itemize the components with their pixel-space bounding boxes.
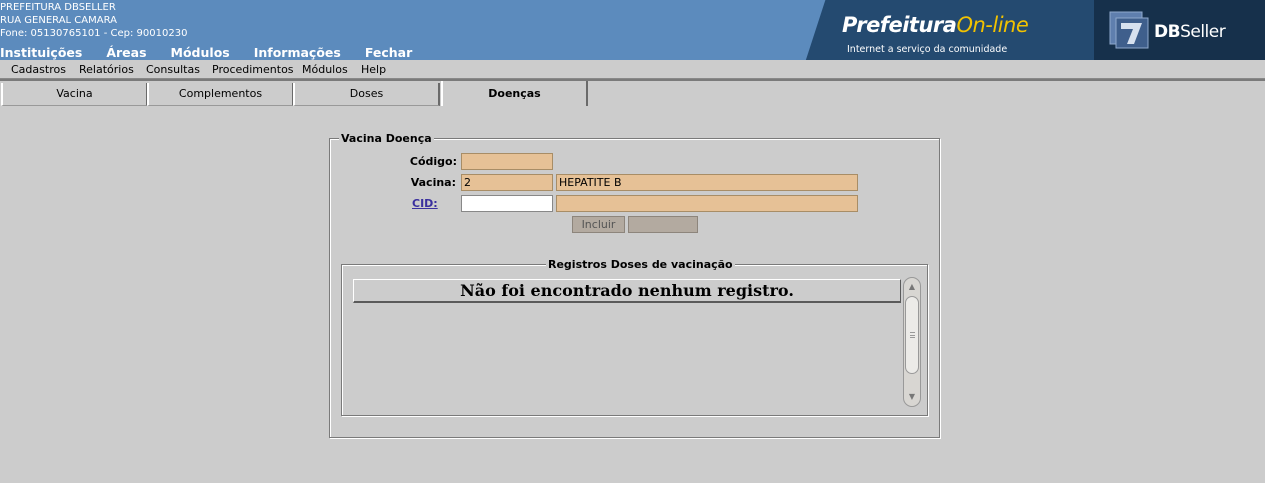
vacina-label: Vacina: xyxy=(410,176,456,189)
logo-subtitle: Internet a serviço da comunidade xyxy=(847,44,1008,55)
menu-consultas[interactable]: Consultas xyxy=(146,63,200,76)
nav-informacoes[interactable]: Informações xyxy=(254,45,341,60)
header-banner: PREFEITURA DBSELLER RUA GENERAL CAMARA F… xyxy=(0,0,1265,60)
menu-modulos[interactable]: Módulos xyxy=(302,63,348,76)
scroll-up-icon[interactable]: ▲ xyxy=(904,280,920,294)
vacina-name-field[interactable]: HEPATITE B xyxy=(556,174,858,191)
prefeitura-online-logo: PrefeituraOn-line xyxy=(842,13,1029,37)
logo-area: PrefeituraOn-line Internet a serviço da … xyxy=(764,0,1265,60)
top-navigation: Instituições Áreas Módulos Informações F… xyxy=(0,45,436,60)
menu-help[interactable]: Help xyxy=(361,63,386,76)
grid-scrollbar[interactable]: ▲ ▼ xyxy=(903,277,921,407)
fieldset-legend: Vacina Doença xyxy=(339,132,434,145)
scroll-down-icon[interactable]: ▼ xyxy=(904,390,920,404)
nav-instituicoes[interactable]: Instituições xyxy=(0,45,82,60)
registros-legend: Registros Doses de vacinação xyxy=(546,258,735,271)
tab-doses[interactable]: Doses xyxy=(293,83,440,106)
grip-icon xyxy=(910,332,915,338)
cid-description-field[interactable] xyxy=(556,195,858,212)
nav-areas[interactable]: Áreas xyxy=(106,45,146,60)
org-name: PREFEITURA DBSELLER xyxy=(0,2,116,13)
secondary-button[interactable] xyxy=(628,216,698,233)
cid-code-input[interactable] xyxy=(461,195,553,212)
incluir-button[interactable]: Incluir xyxy=(572,216,625,233)
scroll-thumb[interactable] xyxy=(905,296,919,374)
org-address: RUA GENERAL CAMARA xyxy=(0,15,117,26)
organization-info: PREFEITURA DBSELLER RUA GENERAL CAMARA F… xyxy=(0,1,187,40)
nav-fechar[interactable]: Fechar xyxy=(365,45,412,60)
tab-vacina[interactable]: Vacina xyxy=(1,83,148,106)
nav-modulos[interactable]: Módulos xyxy=(171,45,230,60)
tab-doencas[interactable]: Doenças xyxy=(441,81,588,106)
org-contact: Fone: 05130765101 - Cep: 90010230 xyxy=(0,28,188,39)
empty-records-message: Não foi encontrado nenhum registro. xyxy=(353,279,901,303)
menu-relatorios[interactable]: Relatórios xyxy=(79,63,134,76)
dbseller-logo-icon xyxy=(1109,11,1149,49)
menu-bar: Cadastros Relatórios Consultas Procedime… xyxy=(0,60,1265,79)
vacina-code-field[interactable]: 2 xyxy=(461,174,553,191)
menu-cadastros[interactable]: Cadastros xyxy=(11,63,66,76)
tab-complementos[interactable]: Complementos xyxy=(147,83,294,106)
tab-strip: Vacina Complementos Doses Doenças xyxy=(0,79,1265,106)
cid-lookup-link[interactable]: CID: xyxy=(412,197,438,210)
codigo-label: Código: xyxy=(409,155,457,168)
menu-procedimentos[interactable]: Procedimentos xyxy=(212,63,294,76)
dbseller-brand: DBSeller xyxy=(1154,22,1226,42)
codigo-field[interactable] xyxy=(461,153,553,170)
